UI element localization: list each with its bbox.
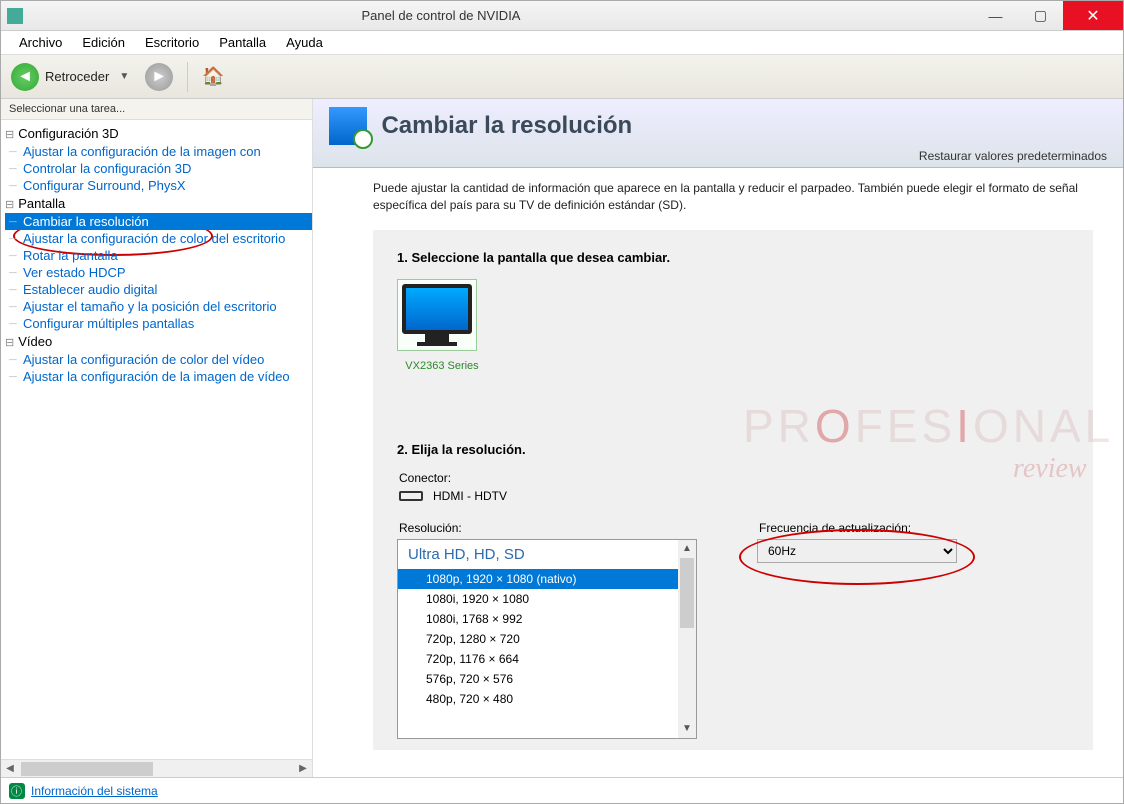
resolution-item[interactable]: 576p, 720 × 576 [398, 669, 678, 689]
sidebar-hscrollbar[interactable]: ◀ ▶ [1, 759, 312, 777]
hdmi-icon [399, 491, 423, 501]
minimize-button[interactable] [973, 1, 1018, 30]
toolbar: ◄ Retroceder ▼ ► 🏠 [1, 55, 1123, 99]
resolution-listbox[interactable]: Ultra HD, HD, SD 1080p, 1920 × 1080 (nat… [397, 539, 697, 739]
task-tree: Configuración 3D Ajustar la configuració… [1, 120, 312, 759]
resolution-item[interactable]: 1080i, 1768 × 992 [398, 609, 678, 629]
tree-link-desktop-color[interactable]: Ajustar la configuración de color del es… [5, 230, 312, 247]
tree-link-change-resolution[interactable]: Cambiar la resolución [5, 213, 312, 230]
monitor-selector[interactable] [397, 279, 477, 351]
menu-archivo[interactable]: Archivo [9, 33, 72, 52]
page-title: Cambiar la resolución [381, 112, 632, 140]
menu-ayuda[interactable]: Ayuda [276, 33, 333, 52]
monitor-icon [402, 284, 472, 334]
monitor-name: VX2363 Series [397, 360, 487, 372]
tree-link-size-position[interactable]: Ajustar el tamaño y la posición del escr… [5, 298, 312, 315]
resolution-item[interactable]: 720p, 1176 × 664 [398, 649, 678, 669]
settings-panel: 1. Seleccione la pantalla que desea camb… [373, 230, 1093, 750]
tree-link-multi-display[interactable]: Configurar múltiples pantallas [5, 315, 312, 332]
menu-escritorio[interactable]: Escritorio [135, 33, 209, 52]
tree-link-manage-3d[interactable]: Controlar la configuración 3D [5, 160, 312, 177]
connector-value: HDMI - HDTV [433, 489, 507, 503]
task-label: Seleccionar una tarea... [1, 99, 312, 120]
tree-link-digital-audio[interactable]: Establecer audio digital [5, 281, 312, 298]
tree-link-hdcp[interactable]: Ver estado HDCP [5, 264, 312, 281]
forward-button[interactable]: ► [145, 63, 173, 91]
tree-group-video[interactable]: Vídeo [5, 332, 312, 351]
system-info-link[interactable]: Información del sistema [31, 784, 158, 798]
maximize-button[interactable] [1018, 1, 1063, 30]
monitor-header-icon [329, 107, 367, 145]
home-icon[interactable]: 🏠 [202, 66, 224, 87]
resolution-scrollbar[interactable]: ▲ ▼ [678, 540, 696, 738]
main-panel: Cambiar la resolución Restaurar valores … [313, 99, 1123, 750]
step1-label: 1. Seleccione la pantalla que desea camb… [397, 250, 1069, 265]
tree-link-surround[interactable]: Configurar Surround, PhysX [5, 177, 312, 194]
refresh-label: Frecuencia de actualización: [759, 521, 957, 535]
scroll-thumb[interactable] [21, 762, 153, 776]
app-icon [7, 8, 23, 24]
step2-label: 2. Elija la resolución. [397, 442, 1069, 457]
main-header: Cambiar la resolución Restaurar valores … [313, 99, 1123, 168]
titlebar: Panel de control de NVIDIA [1, 1, 1123, 31]
close-button[interactable] [1063, 1, 1123, 30]
scroll-thumb[interactable] [680, 558, 694, 628]
tree-link-video-color[interactable]: Ajustar la configuración de color del ví… [5, 351, 312, 368]
tree-link-image-settings[interactable]: Ajustar la configuración de la imagen co… [5, 143, 312, 160]
back-button[interactable]: ◄ [11, 63, 39, 91]
statusbar: Información del sistema [1, 777, 1123, 803]
menubar: Archivo Edición Escritorio Pantalla Ayud… [1, 31, 1123, 55]
resolution-item[interactable]: 720p, 1280 × 720 [398, 629, 678, 649]
page-description: Puede ajustar la cantidad de información… [313, 168, 1123, 214]
menu-edicion[interactable]: Edición [72, 33, 135, 52]
scroll-up-arrow[interactable]: ▲ [678, 540, 696, 558]
connector-label: Conector: [399, 471, 1069, 485]
scroll-right-arrow[interactable]: ▶ [294, 760, 312, 777]
info-icon [9, 783, 25, 799]
toolbar-divider [187, 62, 188, 92]
scroll-left-arrow[interactable]: ◀ [1, 760, 19, 777]
restore-defaults-link[interactable]: Restaurar valores predeterminados [329, 149, 1107, 163]
scroll-down-arrow[interactable]: ▼ [678, 720, 696, 738]
window-buttons [973, 1, 1123, 30]
tree-group-3d[interactable]: Configuración 3D [5, 124, 312, 143]
resolution-item[interactable]: 1080p, 1920 × 1080 (nativo) [398, 569, 678, 589]
window-title: Panel de control de NVIDIA [29, 8, 973, 23]
back-label: Retroceder [45, 69, 109, 84]
refresh-rate-select[interactable]: 60Hz [757, 539, 957, 563]
sidebar: Seleccionar una tarea... Configuración 3… [1, 99, 313, 777]
tree-link-rotate[interactable]: Rotar la pantalla [5, 247, 312, 264]
resolution-item[interactable]: 480p, 720 × 480 [398, 689, 678, 709]
menu-pantalla[interactable]: Pantalla [209, 33, 276, 52]
resolution-label: Resolución: [399, 521, 697, 535]
tree-link-video-image[interactable]: Ajustar la configuración de la imagen de… [5, 368, 312, 385]
resolution-group-header: Ultra HD, HD, SD [398, 540, 678, 569]
back-history-dropdown[interactable]: ▼ [119, 71, 129, 82]
resolution-item[interactable]: 1080i, 1920 × 1080 [398, 589, 678, 609]
tree-group-pantalla[interactable]: Pantalla [5, 194, 312, 213]
